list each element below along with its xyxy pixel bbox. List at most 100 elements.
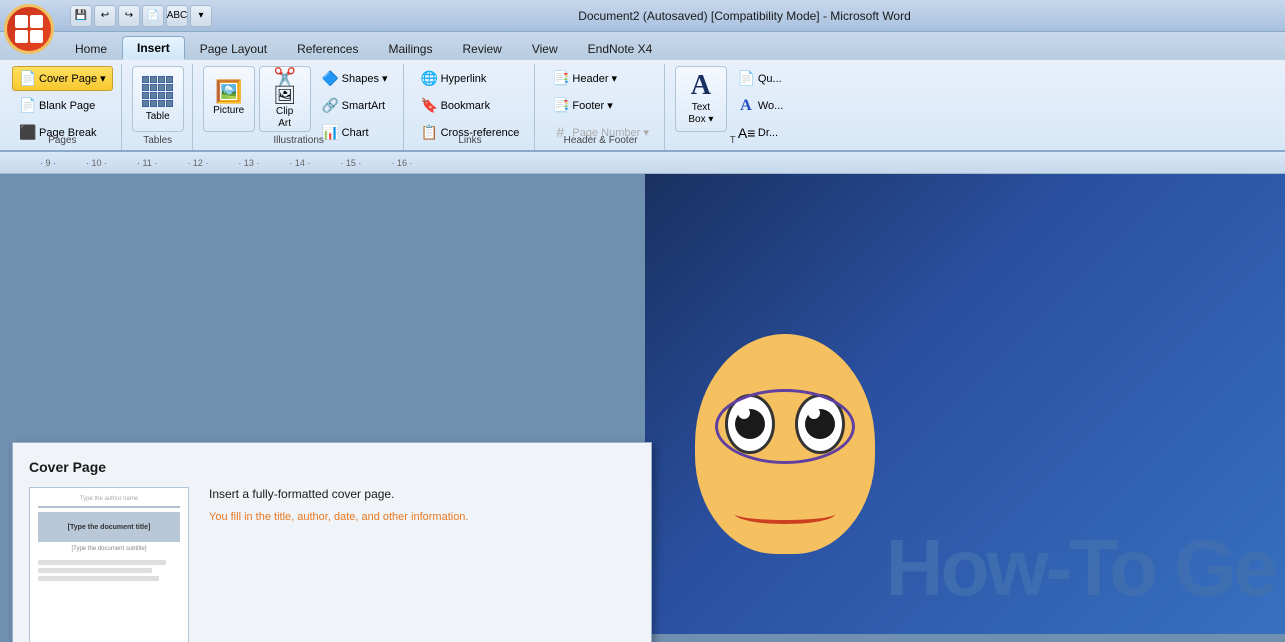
text-group-items: A TextBox ▾ 📄 Qu... A Wo... A≡ Dr... bbox=[675, 66, 790, 133]
new-doc-button[interactable]: 📄 bbox=[142, 5, 164, 27]
footer-icon: 📑 bbox=[552, 97, 568, 114]
preview-top-text: Type the author name bbox=[38, 496, 180, 502]
header-button[interactable]: 📑 Header ▾ bbox=[545, 66, 655, 91]
ribbon-group-tables: Table Tables bbox=[124, 64, 193, 150]
ribbon-group-header-footer: 📑 Header ▾ 📑 Footer ▾ # Page Number ▾ He… bbox=[537, 64, 664, 150]
tooltip-desc2: You fill in the title, author, date, and… bbox=[209, 509, 468, 526]
illus-small-btns: 🔷 Shapes ▾ 🔗 SmartArt 📊 Chart bbox=[315, 66, 395, 132]
cover-page-tooltip: Cover Page Type the author name [Type th… bbox=[12, 442, 652, 642]
undo-button[interactable]: ↩ bbox=[94, 5, 116, 27]
pages-group-label: Pages bbox=[12, 133, 113, 150]
bookmark-button[interactable]: 🔖 Bookmark bbox=[414, 93, 527, 118]
clip-art-label: ClipArt bbox=[276, 106, 293, 130]
hyperlink-icon: 🌐 bbox=[421, 70, 437, 87]
tab-endnote[interactable]: EndNote X4 bbox=[573, 36, 668, 60]
smartart-icon: 🔗 bbox=[322, 97, 338, 114]
office-button[interactable] bbox=[4, 4, 54, 54]
tabs-row: Home Insert Page Layout References Maili… bbox=[0, 32, 1285, 60]
cover-page-label: Cover Page ▾ bbox=[39, 72, 106, 85]
table-button[interactable]: Table bbox=[132, 66, 184, 132]
ribbon-group-links: 🌐 Hyperlink 🔖 Bookmark 📋 Cross-reference… bbox=[406, 64, 536, 150]
title-bar: 💾 ↩ ↪ 📄 ABC ▾ Document2 (Autosaved) [Com… bbox=[0, 0, 1285, 32]
text-box-label: TextBox ▾ bbox=[688, 102, 713, 126]
header-label: Header ▾ bbox=[572, 72, 617, 85]
ribbon: Home Insert Page Layout References Maili… bbox=[0, 32, 1285, 152]
text-group-label: T bbox=[675, 133, 790, 150]
ribbon-group-text: A TextBox ▾ 📄 Qu... A Wo... A≡ Dr... bbox=[667, 64, 798, 150]
text-small-btns: 📄 Qu... A Wo... A≡ Dr... bbox=[731, 66, 790, 132]
clip-art-button[interactable]: ✂️🖼 ClipArt bbox=[259, 66, 311, 132]
tab-review[interactable]: Review bbox=[447, 36, 516, 60]
quick-parts-button[interactable]: 📄 Qu... bbox=[731, 66, 790, 91]
shapes-label: Shapes ▾ bbox=[342, 72, 388, 85]
tab-insert[interactable]: Insert bbox=[122, 36, 185, 60]
text-box-button[interactable]: A TextBox ▾ bbox=[675, 66, 727, 132]
cover-page-button[interactable]: 📄 Cover Page ▾ bbox=[12, 66, 113, 91]
ribbon-group-pages: 📄 Cover Page ▾ 📄 Blank Page ⬛ Page Break… bbox=[4, 64, 122, 150]
hf-small-btns: 📑 Header ▾ 📑 Footer ▾ # Page Number ▾ bbox=[545, 66, 655, 132]
cartoon-text: How-To Ge bbox=[886, 522, 1275, 614]
preview-subtitle: [Type the document subtitle] bbox=[40, 546, 178, 552]
links-group-label: Links bbox=[414, 133, 527, 150]
smartart-label: SmartArt bbox=[342, 100, 385, 112]
hyperlink-button[interactable]: 🌐 Hyperlink bbox=[414, 66, 527, 91]
clip-art-icon: ✂️🖼 bbox=[264, 68, 306, 104]
header-footer-group-items: 📑 Header ▾ 📑 Footer ▾ # Page Number ▾ bbox=[545, 66, 655, 133]
bookmark-label: Bookmark bbox=[441, 100, 491, 112]
smartart-button[interactable]: 🔗 SmartArt bbox=[315, 93, 395, 118]
redo-button[interactable]: ↪ bbox=[118, 5, 140, 27]
illustrations-group-label: Illustrations bbox=[203, 133, 395, 150]
hyperlink-label: Hyperlink bbox=[441, 73, 487, 85]
wordart-button[interactable]: A Wo... bbox=[731, 93, 790, 119]
footer-label: Footer ▾ bbox=[572, 99, 612, 112]
tooltip-text: Insert a fully-formatted cover page. You… bbox=[209, 487, 468, 526]
tooltip-body: Type the author name [Type the document … bbox=[29, 487, 635, 642]
tab-page-layout[interactable]: Page Layout bbox=[185, 36, 282, 60]
pages-group-items: 📄 Cover Page ▾ 📄 Blank Page ⬛ Page Break bbox=[12, 66, 113, 133]
blank-page-button[interactable]: 📄 Blank Page bbox=[12, 93, 113, 118]
blank-page-label: Blank Page bbox=[39, 100, 95, 112]
tab-view[interactable]: View bbox=[517, 36, 573, 60]
preview-lines bbox=[38, 560, 180, 581]
bookmark-icon: 🔖 bbox=[421, 97, 437, 114]
tooltip-desc1: Insert a fully-formatted cover page. bbox=[209, 487, 468, 501]
tab-home[interactable]: Home bbox=[60, 36, 122, 60]
tab-references[interactable]: References bbox=[282, 36, 373, 60]
illustrations-group-items: 🖼️ Picture ✂️🖼 ClipArt 🔷 Shapes ▾ 🔗 Smar… bbox=[203, 66, 395, 133]
header-footer-group-label: Header & Footer bbox=[545, 133, 655, 150]
tooltip-preview: Type the author name [Type the document … bbox=[29, 487, 189, 642]
picture-label: Picture bbox=[213, 105, 244, 117]
pages-buttons: 📄 Cover Page ▾ 📄 Blank Page ⬛ Page Break bbox=[12, 66, 113, 132]
ribbon-group-illustrations: 🖼️ Picture ✂️🖼 ClipArt 🔷 Shapes ▾ 🔗 Smar… bbox=[195, 64, 404, 150]
cover-page-icon: 📄 bbox=[19, 70, 35, 87]
header-icon: 📑 bbox=[552, 70, 568, 87]
shapes-button[interactable]: 🔷 Shapes ▾ bbox=[315, 66, 395, 91]
blank-page-icon: 📄 bbox=[19, 97, 35, 114]
table-label: Table bbox=[146, 111, 170, 123]
quick-access-toolbar: 💾 ↩ ↪ 📄 ABC ▾ bbox=[70, 5, 212, 27]
preview-title: [Type the document title] bbox=[38, 512, 180, 542]
picture-button[interactable]: 🖼️ Picture bbox=[203, 66, 255, 132]
tooltip-title: Cover Page bbox=[29, 459, 635, 475]
tab-mailings[interactable]: Mailings bbox=[373, 36, 447, 60]
tables-group-items: Table bbox=[132, 66, 184, 133]
wordart-label: Wo... bbox=[758, 100, 783, 112]
links-group-items: 🌐 Hyperlink 🔖 Bookmark 📋 Cross-reference bbox=[414, 66, 527, 133]
table-icon bbox=[142, 76, 173, 107]
text-box-icon: A bbox=[691, 72, 711, 100]
wordart-icon: A bbox=[738, 97, 754, 115]
title-text: Document2 (Autosaved) [Compatibility Mod… bbox=[212, 9, 1277, 23]
save-button[interactable]: 💾 bbox=[70, 5, 92, 27]
quick-parts-icon: 📄 bbox=[738, 70, 754, 87]
cartoon-area: How-To Ge bbox=[645, 174, 1285, 634]
shapes-icon: 🔷 bbox=[322, 70, 338, 87]
footer-button[interactable]: 📑 Footer ▾ bbox=[545, 93, 655, 118]
tables-group-label: Tables bbox=[132, 133, 184, 150]
spelling-button[interactable]: ABC bbox=[166, 5, 188, 27]
quick-parts-label: Qu... bbox=[758, 73, 782, 85]
links-small-btns: 🌐 Hyperlink 🔖 Bookmark 📋 Cross-reference bbox=[414, 66, 527, 132]
customize-qat-button[interactable]: ▾ bbox=[190, 5, 212, 27]
ribbon-content: 📄 Cover Page ▾ 📄 Blank Page ⬛ Page Break… bbox=[0, 60, 1285, 150]
ruler: · 9 · · 10 · · 11 · · 12 · · 13 · · 14 ·… bbox=[0, 152, 1285, 174]
picture-icon: 🖼️ bbox=[215, 81, 242, 103]
